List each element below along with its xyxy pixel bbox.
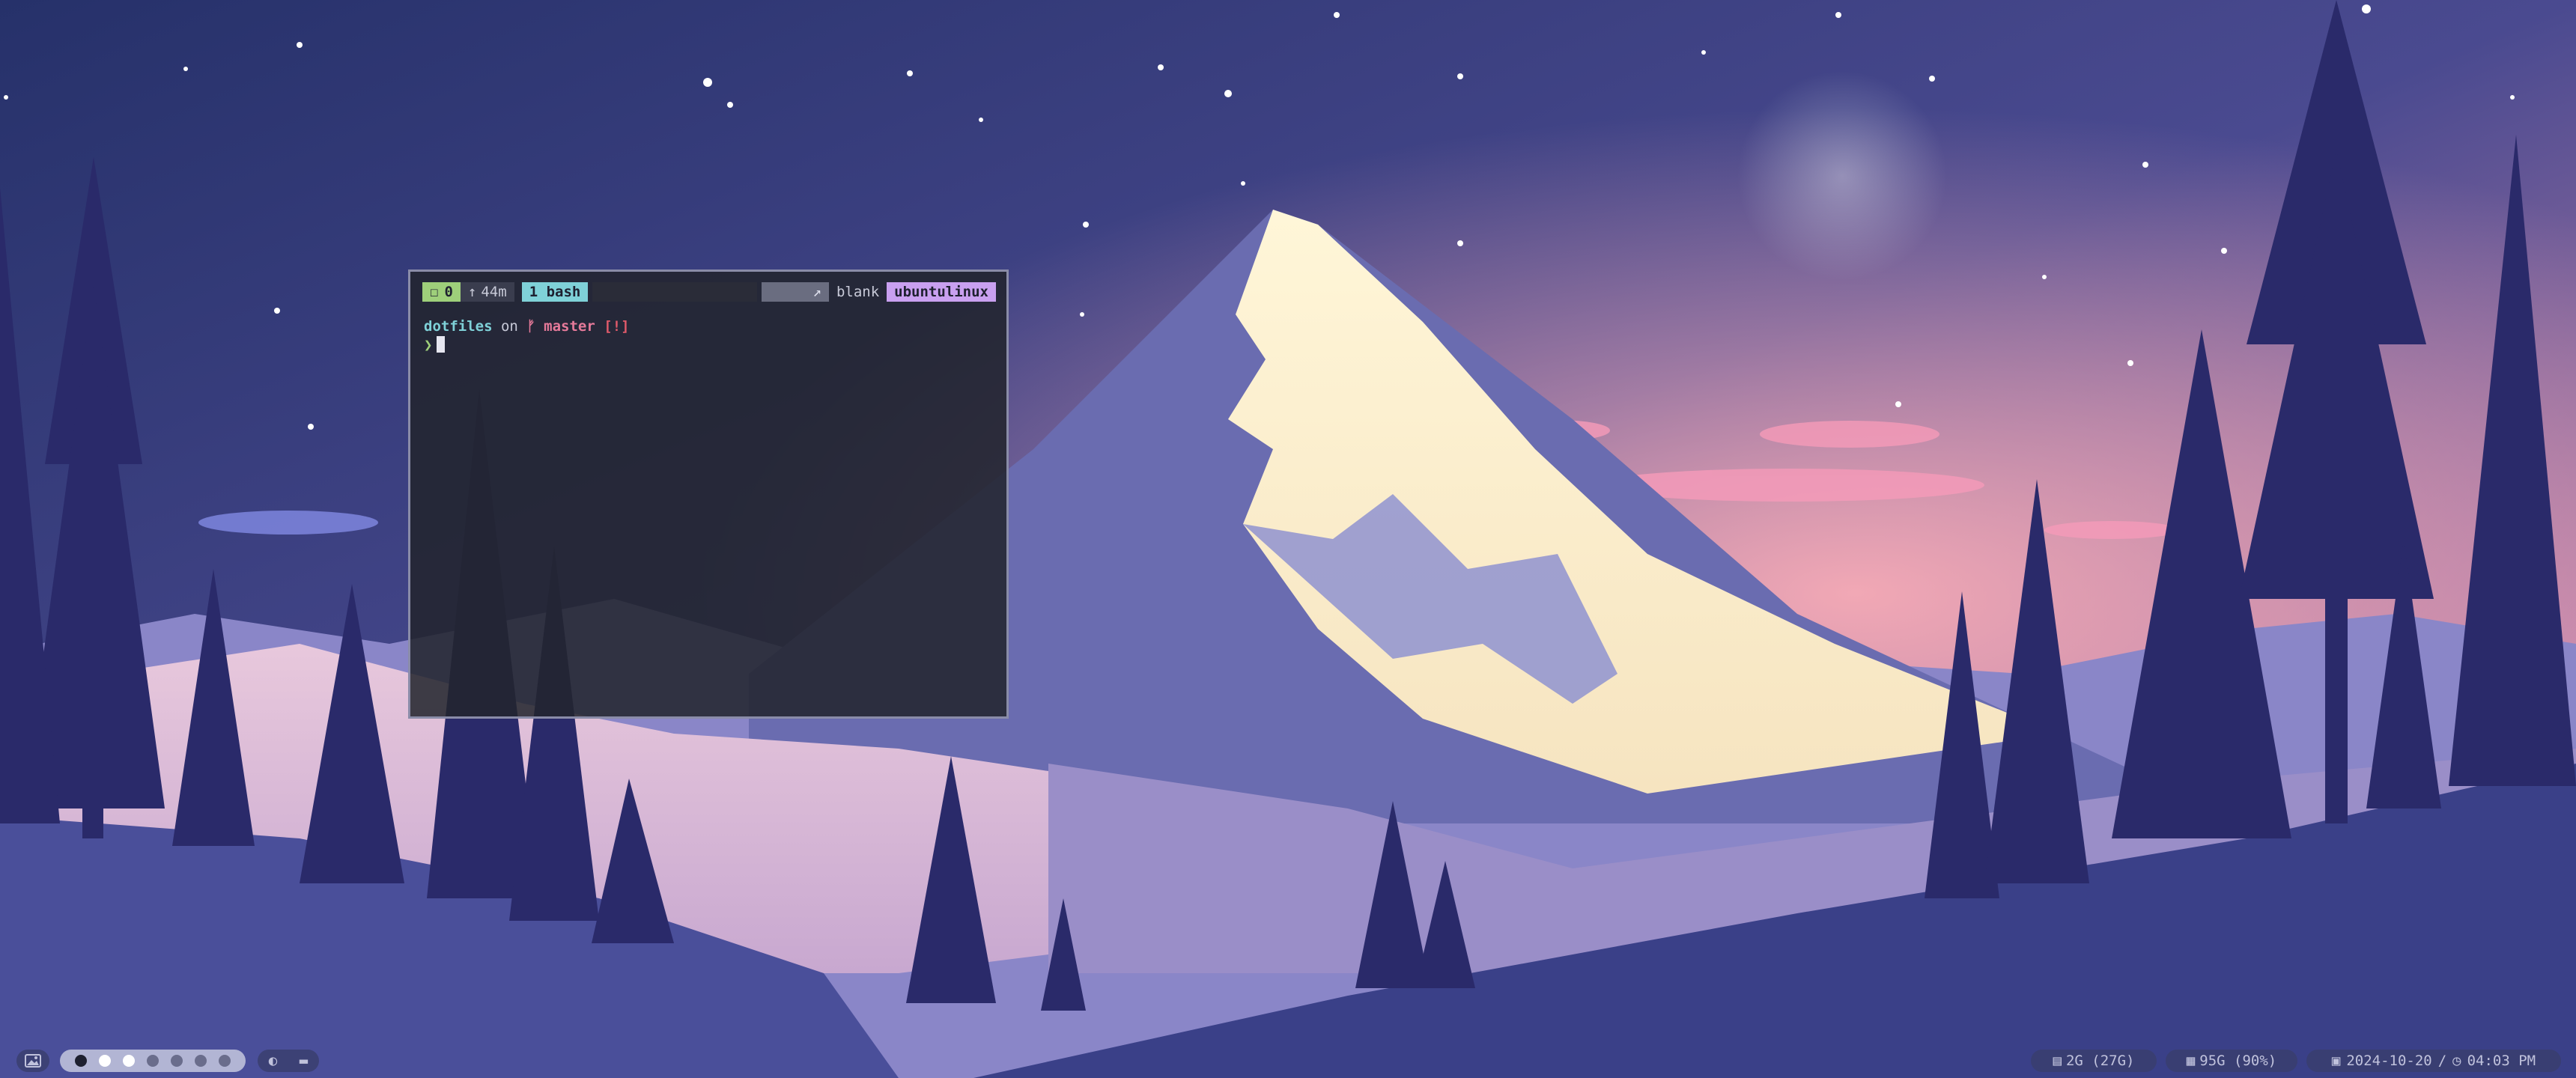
disk-usage-widget[interactable]: ▦ 95G (90%) [2166, 1050, 2297, 1072]
arrow-up-right-icon: ↗ [812, 284, 821, 300]
workspace-3[interactable] [123, 1055, 135, 1067]
session-icon: ☐ [430, 284, 439, 300]
workspace-6[interactable] [195, 1055, 207, 1067]
workspace-7[interactable] [219, 1055, 231, 1067]
memory-icon: ▤ [2053, 1053, 2062, 1069]
clock-icon: ◷ [2452, 1053, 2461, 1069]
date-text: 2024-10-20 [2346, 1053, 2432, 1069]
git-branch-icon: ᚠ [526, 318, 535, 335]
moon-icon[interactable]: ◐ [269, 1053, 277, 1069]
date-time-widget[interactable]: ▣ 2024-10-20 / ◷ 04:03 PM [2306, 1050, 2561, 1072]
prompt-git-status: [!] [604, 318, 630, 335]
tmux-uptime-segment: ↑ 44m [460, 282, 514, 302]
prompt-on-text: on [500, 318, 518, 335]
calendar-icon: ▣ [2331, 1053, 2341, 1069]
shell-input-line[interactable]: ❯ [424, 336, 446, 353]
disk-icon: ▦ [2186, 1053, 2196, 1069]
workspace-switcher [60, 1050, 246, 1072]
tmux-prefix-indicator: ↗ [761, 282, 829, 302]
terminal-cursor [437, 336, 446, 353]
workspace-1[interactable] [75, 1055, 87, 1067]
prompt-directory: dotfiles [424, 318, 493, 335]
image-icon [25, 1054, 41, 1068]
workspace-5[interactable] [171, 1055, 183, 1067]
shell-prompt-line: dotfiles on ᚠ master [!] [424, 318, 630, 335]
prompt-git-branch: master [544, 318, 595, 335]
folder-icon[interactable]: ▬ [300, 1053, 308, 1069]
memory-usage-widget[interactable]: ▤ 2G (27G) [2031, 1050, 2157, 1072]
prompt-arrow-icon: ❯ [424, 337, 433, 353]
tmux-hostname-segment: ubuntulinux [887, 282, 996, 302]
time-text: 04:03 PM [2467, 1053, 2536, 1069]
tmux-status-bar: ☐ 0 ↑ 44m 1 bash ↗ blank ubuntulinux [422, 282, 996, 302]
date-time-separator: / [2437, 1053, 2447, 1069]
tmux-session-segment[interactable]: ☐ 0 [422, 282, 461, 302]
arrow-up-icon: ↑ [467, 284, 477, 300]
workspace-4[interactable] [147, 1055, 159, 1067]
tmux-bar-fill [592, 282, 757, 302]
terminal-window[interactable]: ☐ 0 ↑ 44m 1 bash ↗ blank ubuntulinux dot… [408, 270, 1009, 719]
wallpaper-launcher-button[interactable] [16, 1050, 49, 1072]
tray-buttons: ◐ ▬ [258, 1050, 319, 1072]
desktop: ☐ 0 ↑ 44m 1 bash ↗ blank ubuntulinux dot… [0, 0, 2576, 1078]
workspace-2[interactable] [99, 1055, 111, 1067]
tmux-mode-segment: blank [836, 284, 880, 300]
tmux-window-tab[interactable]: 1 bash [521, 282, 589, 302]
wallpaper-mountain-landscape [0, 0, 2576, 1078]
